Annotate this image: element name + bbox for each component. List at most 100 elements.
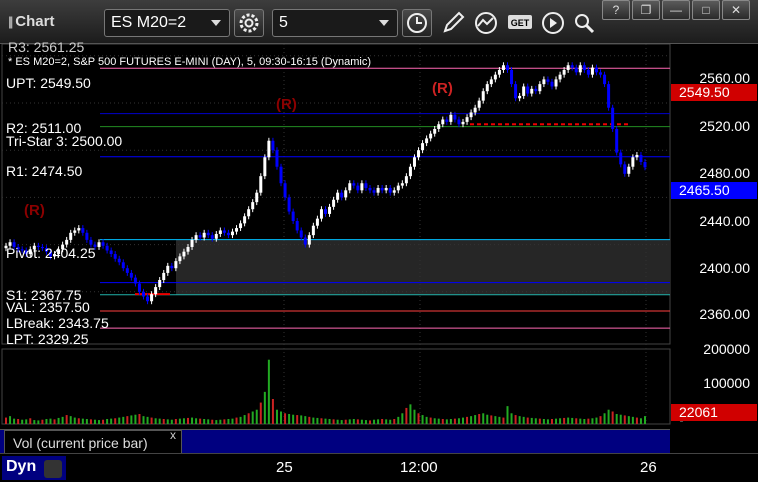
volume-bar [308, 416, 311, 424]
volume-bar [514, 415, 517, 424]
symbol-combo[interactable]: ES M20=2 [104, 9, 230, 37]
candle-body [291, 211, 295, 221]
candle-body [437, 124, 441, 129]
volume-bar [518, 416, 521, 424]
candle-body [615, 128, 619, 153]
volume-bar [138, 414, 141, 424]
candle-body [643, 162, 647, 168]
volume-bar [89, 419, 92, 424]
level-label-upt: UPT: 2549.50 [6, 75, 91, 91]
candle-body [243, 216, 247, 224]
settings-button[interactable] [234, 9, 264, 37]
candle-body [578, 65, 582, 73]
candle-body [267, 140, 271, 158]
volume-bar [421, 415, 424, 424]
candle-body [400, 183, 404, 186]
candle-body [271, 140, 275, 151]
volume-bar [41, 419, 44, 424]
volume-bar [118, 417, 121, 424]
candle-body [599, 72, 603, 75]
candle-body [137, 283, 141, 292]
upt-price-tag: 2549.50 [671, 84, 757, 101]
volume-indicator-tab[interactable]: Vol (current price bar) [4, 430, 182, 454]
drag-grip-icon[interactable]: || [8, 14, 13, 29]
candle-body [69, 232, 73, 240]
pencil-icon[interactable] [440, 11, 466, 35]
indicator-icon[interactable] [473, 11, 499, 35]
volume-bar [106, 419, 109, 424]
candle-body [307, 235, 311, 245]
app-title: || Chart [8, 13, 54, 30]
volume-bar [409, 404, 412, 424]
volume-bar [223, 419, 226, 424]
volume-bar [29, 418, 32, 424]
volume-bar [498, 416, 501, 424]
volume-bar [494, 416, 497, 424]
get-icon[interactable]: GET [507, 11, 533, 35]
settings-gear-icon [239, 13, 259, 33]
lock-icon[interactable] [44, 460, 62, 478]
close-button[interactable]: ✕ [722, 0, 750, 20]
candle-body [150, 294, 154, 302]
candle-body [505, 65, 509, 70]
candle-body [239, 223, 243, 229]
candle-body [611, 107, 615, 129]
volume-bar [550, 419, 553, 424]
level-label-lpt: LPT: 2329.25 [6, 331, 89, 347]
candle-body [412, 157, 416, 167]
candle-body [299, 230, 303, 238]
play-icon[interactable] [540, 11, 566, 35]
search-icon[interactable] [572, 11, 598, 35]
chart-area[interactable]: R3: 2561.25 * ES M20=2, S&P 500 FUTURES … [0, 40, 758, 482]
volume-bar [146, 416, 149, 424]
volume-bar [203, 419, 206, 424]
candle-body [554, 79, 558, 87]
candle-body [344, 190, 348, 198]
volume-bar [98, 420, 101, 424]
candle-body [77, 228, 81, 231]
help-button[interactable]: ? [602, 0, 630, 20]
candle-body [477, 100, 481, 108]
volume-bar [530, 417, 533, 424]
candle-body [404, 176, 408, 184]
last-price-tag: 2465.50 [671, 182, 757, 199]
candle-body [275, 150, 279, 167]
volume-bar [154, 418, 157, 424]
restore-button[interactable]: ❐ [632, 0, 660, 20]
volume-bar [73, 417, 76, 424]
volume-bar [263, 391, 266, 424]
candle-body [303, 237, 307, 245]
candle-body [461, 121, 465, 125]
volume-bar [126, 416, 129, 424]
volume-bar [174, 419, 177, 424]
close-icon[interactable]: x [170, 428, 176, 442]
volume-bar [599, 416, 602, 424]
volume-bar [191, 417, 194, 424]
volume-bar [635, 417, 638, 424]
volume-bar [110, 418, 113, 424]
volume-bar [356, 419, 359, 424]
volume-bar [219, 419, 222, 424]
volume-bar [85, 419, 88, 424]
candle-body [594, 67, 598, 73]
candle-body [489, 79, 493, 85]
volume-bar [25, 419, 28, 424]
candle-body [590, 67, 594, 75]
candle-body [295, 221, 299, 231]
minimize-button[interactable]: — [662, 0, 690, 20]
interval-combo[interactable]: 5 [272, 9, 398, 37]
time-tick: 12:00 [400, 459, 438, 476]
chart-canvas[interactable] [0, 44, 758, 429]
dynamic-mode-button[interactable]: Dyn [2, 456, 66, 480]
volume-bar [162, 419, 165, 424]
candle-body [497, 69, 501, 75]
svg-text:GET: GET [511, 18, 530, 28]
maximize-button[interactable]: □ [692, 0, 720, 20]
price-tick: 2520.00 [699, 118, 750, 134]
time-button[interactable] [402, 9, 432, 37]
volume-bar [583, 419, 586, 424]
volume-bar [239, 416, 242, 424]
volume-bar [199, 418, 202, 424]
candle-body [607, 84, 611, 108]
time-axis[interactable]: Dyn 25 12:00 26 [0, 453, 758, 482]
